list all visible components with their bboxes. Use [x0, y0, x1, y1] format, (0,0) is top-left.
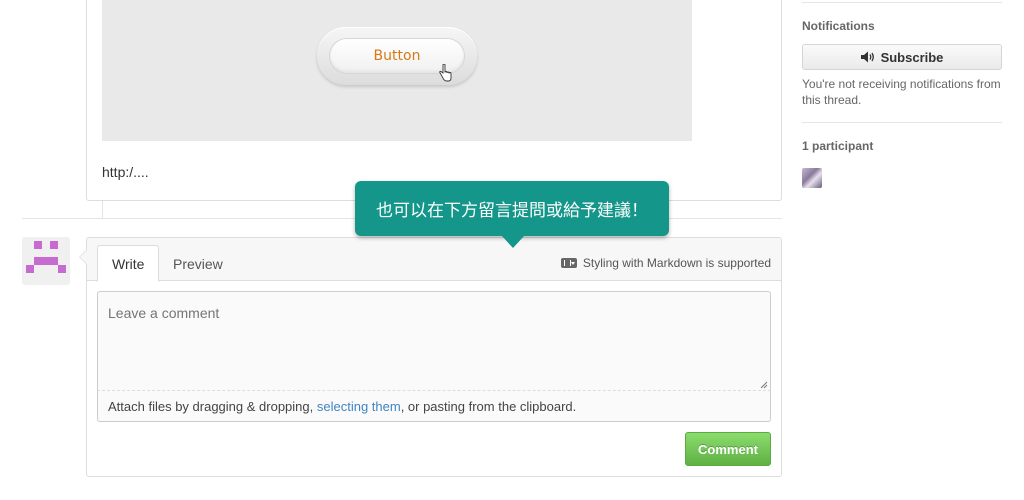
comment-textarea[interactable] — [97, 291, 771, 391]
timeline-line — [102, 201, 103, 218]
resize-handle-icon[interactable] — [760, 381, 768, 389]
attach-suffix: , or pasting from the clipboard. — [400, 399, 577, 414]
embedded-image: Button — [102, 0, 692, 141]
form-caret — [79, 249, 87, 265]
tooltip-pointer — [501, 235, 525, 248]
embedded-button-graphic: Button — [317, 27, 477, 85]
participant-avatar[interactable] — [802, 168, 822, 188]
markdown-icon — [560, 258, 577, 268]
tab-write[interactable]: Write — [97, 245, 160, 282]
previous-comment: Button http:/.... — [86, 0, 782, 201]
comment-button[interactable]: Comment — [685, 432, 771, 466]
participants-heading: 1 participant — [802, 139, 874, 153]
sidebar-divider — [802, 2, 1002, 3]
speaker-icon — [860, 51, 874, 63]
notification-status-text: You're not receiving notifications from … — [802, 77, 1001, 107]
new-comment-form: Write Preview Styling with Markdown is s… — [79, 237, 782, 477]
tab-preview[interactable]: Preview — [159, 245, 237, 282]
notifications-heading: Notifications — [802, 19, 875, 33]
hand-cursor-icon — [439, 64, 452, 82]
markdown-note-text: Styling with Markdown is supported — [582, 256, 771, 270]
sidebar: Notifications Subscribe You're not recei… — [802, 0, 1002, 500]
sidebar-divider — [802, 122, 1002, 123]
select-files-link[interactable]: selecting them — [317, 399, 401, 414]
comment-link-text[interactable]: http:/.... — [102, 164, 149, 180]
attach-files-bar[interactable]: Attach files by dragging & dropping, sel… — [97, 391, 771, 422]
attach-prefix: Attach files by dragging & dropping, — [108, 399, 317, 414]
tab-header: Write Preview Styling with Markdown is s… — [87, 238, 781, 282]
subscribe-button[interactable]: Subscribe — [802, 44, 1002, 70]
markdown-help-link[interactable]: Styling with Markdown is supported — [560, 256, 771, 270]
tooltip: 也可以在下方留言提問或給予建議！ — [355, 181, 669, 248]
avatar[interactable] — [22, 237, 70, 285]
subscribe-label: Subscribe — [880, 49, 944, 65]
tooltip-text: 也可以在下方留言提問或給予建議！ — [376, 201, 648, 221]
